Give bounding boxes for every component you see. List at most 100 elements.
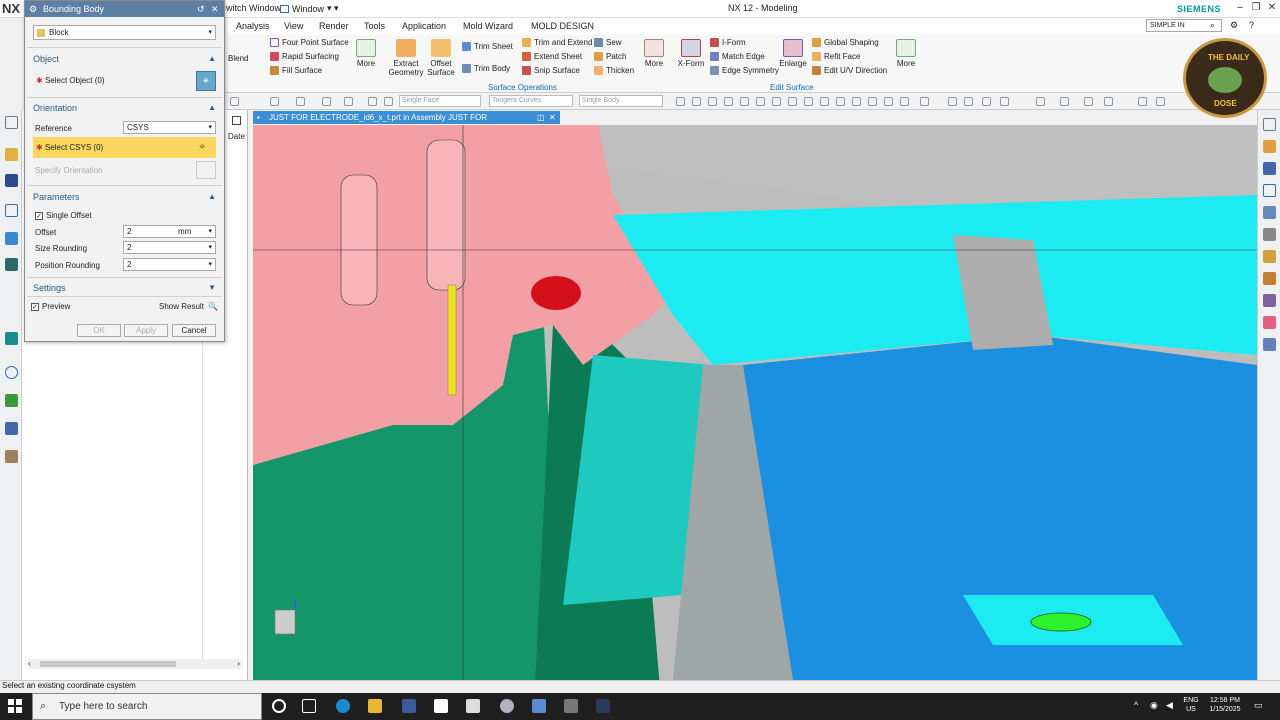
window-icon[interactable]	[1138, 97, 1147, 106]
reuse-library-icon[interactable]	[5, 232, 18, 245]
cortana-icon[interactable]	[272, 699, 286, 713]
fit-view-icon[interactable]	[948, 97, 957, 106]
tool-icon[interactable]	[1263, 162, 1276, 175]
viewport-tab[interactable]: ▪ JUST FOR ELECTRODE_id6_x_t.prt in Asse…	[253, 111, 560, 135]
tool-icon[interactable]	[1263, 250, 1276, 263]
patch-button[interactable]: Patch	[594, 52, 626, 61]
calculator-icon[interactable]	[466, 699, 480, 713]
apply-button[interactable]: Apply	[124, 324, 168, 337]
size-rounding-input[interactable]: 2 ▾	[123, 241, 216, 254]
single-offset-checkbox[interactable]: ✓ Single Offset	[35, 211, 92, 220]
position-rounding-input[interactable]: 2 ▾	[123, 258, 216, 271]
settings-icon[interactable]	[5, 116, 18, 129]
menu-mold-wizard[interactable]: Mold Wizard	[463, 21, 513, 31]
snap-point-icon[interactable]	[676, 97, 685, 106]
layout-icon[interactable]	[1036, 97, 1045, 106]
parameters-section-header[interactable]: Parameters	[33, 192, 80, 202]
snap-point-icon[interactable]	[820, 97, 829, 106]
app-icon[interactable]	[564, 699, 578, 713]
network-icon[interactable]: ◉	[1150, 700, 1158, 711]
fill-surface-button[interactable]: Fill Surface	[270, 66, 322, 75]
view-icon[interactable]	[368, 97, 377, 106]
switch-window-button[interactable]: witch Window	[226, 3, 281, 13]
type-dropdown[interactable]: Block ▾	[33, 25, 216, 40]
rectangle-select-icon[interactable]	[344, 97, 353, 106]
match-edge-button[interactable]: Match Edge	[710, 52, 765, 61]
manufacturing-wizards-icon[interactable]	[5, 450, 18, 463]
select-csys-row[interactable]: ✱ Select CSYS (0) ⌖	[33, 137, 216, 158]
trim-sheet-button[interactable]: Trim Sheet	[462, 42, 513, 51]
app-icon[interactable]	[596, 699, 610, 713]
maximize-icon[interactable]	[232, 116, 241, 125]
close-icon[interactable]: ✕	[1266, 2, 1278, 14]
cube-icon[interactable]	[384, 97, 393, 106]
thicken-button[interactable]: Thicken	[594, 66, 634, 75]
help-icon[interactable]: ?	[1249, 20, 1254, 30]
edge-symmetry-button[interactable]: Edge Symmetry	[710, 66, 779, 75]
language-indicator[interactable]: ENG US	[1180, 696, 1202, 714]
snap-point-icon[interactable]	[788, 97, 797, 106]
scrollbar-thumb[interactable]	[40, 661, 176, 667]
edit-surface-more-button[interactable]: More	[894, 39, 918, 68]
horizontal-scrollbar[interactable]: ‹ ›	[28, 659, 242, 669]
refit-face-button[interactable]: Refit Face	[812, 52, 860, 61]
date-column-header[interactable]: Date	[228, 132, 245, 141]
menu-tools[interactable]: Tools	[364, 21, 385, 31]
settings-section-header[interactable]: Settings	[33, 283, 66, 293]
enlarge-button[interactable]: Enlarge	[778, 39, 808, 68]
snap-point-icon[interactable]	[708, 97, 717, 106]
select-object-row[interactable]: ✱ Select Object (0)	[33, 71, 195, 91]
pin-icon[interactable]: ◫	[537, 111, 545, 124]
object-section-header[interactable]: Object	[33, 54, 59, 64]
select-icon[interactable]	[296, 97, 305, 106]
taskbar-search-input[interactable]: Type here to search	[32, 693, 262, 720]
snap-point-icon[interactable]	[724, 97, 733, 106]
file-explorer-icon[interactable]	[368, 699, 382, 713]
tool-icon[interactable]	[1263, 316, 1276, 329]
snap-icon[interactable]	[270, 97, 279, 106]
microsoft-store-icon[interactable]	[402, 699, 416, 713]
offset-input[interactable]: 2 mm ▾	[123, 225, 216, 238]
snap-point-icon[interactable]	[868, 97, 877, 106]
window-icon[interactable]	[1156, 97, 1165, 106]
extract-geometry-button[interactable]: Extract Geometry	[388, 39, 424, 77]
tool-icon[interactable]	[1263, 184, 1276, 197]
hide-show-icon[interactable]	[1104, 97, 1113, 106]
tool-icon[interactable]	[1263, 272, 1276, 285]
snap-point-icon[interactable]	[692, 97, 701, 106]
menu-analysis[interactable]: Analysis	[236, 21, 270, 31]
notifications-icon[interactable]: ▭	[1254, 700, 1263, 711]
tool-icon[interactable]	[1263, 338, 1276, 351]
snap-point-icon[interactable]	[884, 97, 893, 106]
snap-point-icon[interactable]	[852, 97, 861, 106]
tool-icon[interactable]	[1263, 140, 1276, 153]
orientation-section-header[interactable]: Orientation	[33, 103, 77, 113]
snap-point-icon[interactable]	[900, 97, 909, 106]
four-point-surface-button[interactable]: Four Point Surface	[270, 38, 349, 47]
collapse-icon[interactable]: ▲	[208, 54, 216, 63]
search-icon[interactable]: ⌕	[1210, 20, 1215, 31]
i-form-button[interactable]: I-Form	[710, 38, 746, 47]
orientation-icon[interactable]	[196, 161, 216, 179]
roles-icon[interactable]	[5, 332, 18, 345]
face-rule-dropdown[interactable]: Single Face	[399, 95, 481, 107]
window-menu[interactable]: Window ▾ ▾	[280, 3, 339, 14]
tool-icon[interactable]	[1263, 228, 1276, 241]
crosshair-icon[interactable]: ⌖	[199, 137, 205, 158]
assembly-navigator-icon[interactable]	[5, 174, 18, 187]
windows-start-icon[interactable]	[8, 699, 22, 713]
sew-button[interactable]: Sew	[594, 38, 622, 47]
show-result-button[interactable]: Show Result 🔍	[159, 302, 218, 311]
nx-app-icon[interactable]	[532, 699, 546, 713]
snap-point-icon[interactable]	[804, 97, 813, 106]
reset-icon[interactable]: ↺	[197, 1, 205, 17]
snip-surface-button[interactable]: Snip Surface	[522, 66, 580, 75]
expand-icon[interactable]: ▼	[208, 283, 216, 292]
menu-application[interactable]: Application	[402, 21, 446, 31]
dialog-title-bar[interactable]: ⚙ Bounding Body ↺ ✕	[25, 1, 224, 17]
snap-point-icon[interactable]	[836, 97, 845, 106]
process-studio-icon[interactable]	[5, 422, 18, 435]
constraint-navigator-icon[interactable]	[5, 204, 18, 217]
menu-render[interactable]: Render	[319, 21, 349, 31]
edit-uv-direction-button[interactable]: Edit U/V Direction	[812, 66, 887, 75]
